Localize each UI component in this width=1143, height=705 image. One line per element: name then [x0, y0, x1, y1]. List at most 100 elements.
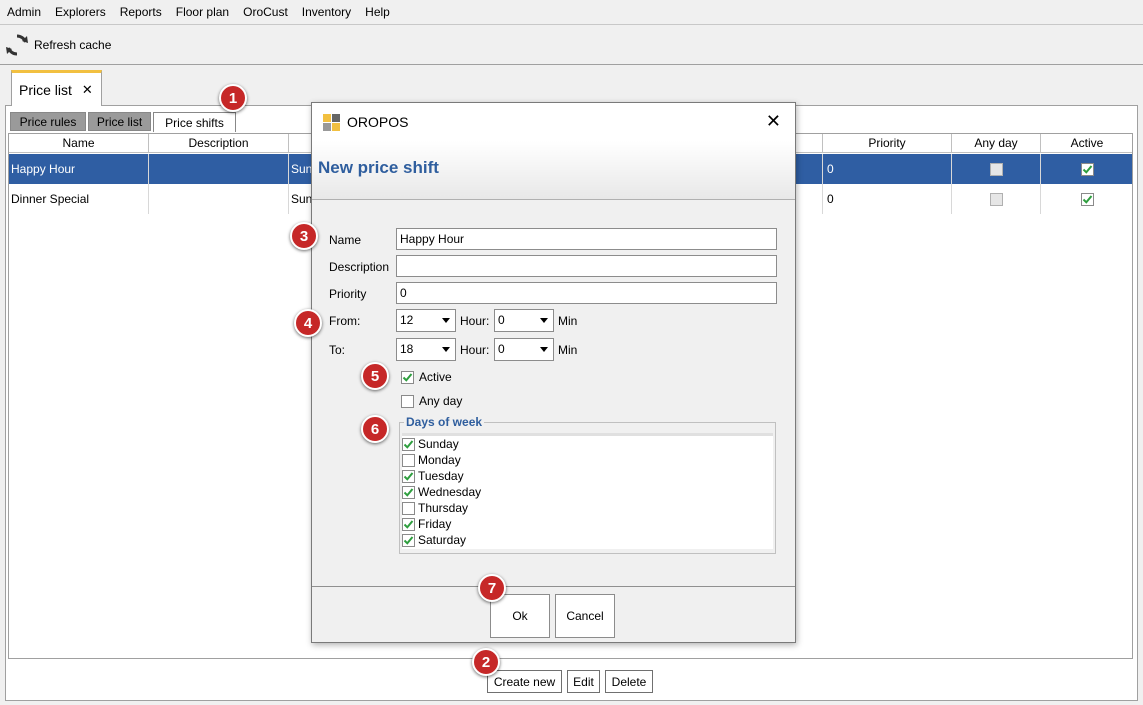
- col-active[interactable]: Active: [1041, 134, 1133, 153]
- day-checkbox[interactable]: [402, 485, 415, 499]
- dialog-titlebar: OROPOS ✕: [312, 103, 795, 141]
- col-any-day[interactable]: Any day: [952, 134, 1041, 153]
- col-description[interactable]: Description: [149, 134, 289, 153]
- from-hour-label: Hour:: [460, 314, 490, 328]
- col-name[interactable]: Name: [9, 134, 149, 153]
- refresh-cache-button[interactable]: Refresh cache: [4, 31, 111, 59]
- checkmark-icon: [1082, 194, 1092, 204]
- menu-explorers[interactable]: Explorers: [50, 0, 111, 24]
- row-active: [1041, 154, 1133, 184]
- tab-price-list-label: Price list: [19, 81, 72, 98]
- day-checkbox[interactable]: [402, 517, 415, 531]
- col-priority[interactable]: Priority: [823, 134, 952, 153]
- day-sunday[interactable]: Sunday: [402, 436, 773, 452]
- close-icon[interactable]: ✕: [766, 112, 781, 130]
- from-min-select[interactable]: 0: [494, 309, 554, 332]
- create-new-button[interactable]: Create new: [487, 670, 562, 693]
- day-checkbox[interactable]: [402, 501, 415, 515]
- from-hour-select[interactable]: 12: [396, 309, 456, 332]
- chevron-down-icon: [442, 318, 450, 323]
- days-of-week-list: Sunday Monday Tuesday Wednesday Thursday…: [402, 433, 773, 549]
- name-field[interactable]: Happy Hour: [396, 228, 777, 250]
- active-label: Active: [419, 370, 452, 384]
- from-min-label: Min: [558, 314, 578, 328]
- checkmark-icon: [1082, 164, 1092, 174]
- to-hour-select[interactable]: 18: [396, 338, 456, 361]
- menu-inventory[interactable]: Inventory: [297, 0, 356, 24]
- close-tab-icon[interactable]: ✕: [82, 82, 93, 98]
- active-checkbox: [1080, 162, 1094, 176]
- menu-orocust[interactable]: OroCust: [238, 0, 293, 24]
- edit-button[interactable]: Edit: [567, 670, 600, 693]
- dialog-footer-divider: [312, 586, 795, 587]
- menu-floor-plan[interactable]: Floor plan: [171, 0, 234, 24]
- menu-bar: Admin Explorers Reports Floor plan OroCu…: [0, 0, 1143, 24]
- step-badge-3: 3: [290, 222, 318, 250]
- checkmark-icon: [403, 439, 414, 449]
- to-min-value: 0: [498, 342, 505, 356]
- to-hour-label: Hour:: [460, 343, 490, 357]
- tab-price-list[interactable]: Price list ✕: [11, 70, 102, 106]
- dialog-header: New price shift: [312, 141, 795, 200]
- any-day-checkbox-row[interactable]: Any day: [401, 394, 462, 408]
- name-label: Name: [329, 233, 362, 247]
- active-checkbox: [1080, 192, 1094, 206]
- priority-label: Priority: [329, 287, 367, 301]
- description-label: Description: [329, 260, 390, 274]
- priority-field[interactable]: 0: [396, 282, 777, 304]
- checkmark-icon: [403, 471, 414, 481]
- row-any-day: [952, 154, 1041, 184]
- row-priority: 0: [823, 154, 952, 184]
- step-badge-5: 5: [361, 362, 389, 390]
- day-checkbox[interactable]: [402, 437, 415, 451]
- day-checkbox[interactable]: [402, 453, 415, 467]
- description-field[interactable]: [396, 255, 777, 277]
- checkmark-icon: [403, 535, 414, 545]
- menu-reports[interactable]: Reports: [115, 0, 167, 24]
- row-description: [149, 184, 289, 214]
- days-of-week-group: Days of week Sunday Monday Tuesday Wedne…: [399, 415, 776, 554]
- step-badge-7: 7: [478, 574, 506, 602]
- refresh-cache-label: Refresh cache: [34, 38, 112, 52]
- day-label: Tuesday: [418, 469, 464, 483]
- menu-help[interactable]: Help: [360, 0, 395, 24]
- oropos-logo-icon: [323, 113, 340, 131]
- checkmark-icon: [403, 519, 414, 529]
- ok-button[interactable]: Ok: [490, 594, 550, 638]
- day-thursday[interactable]: Thursday: [402, 500, 773, 516]
- day-label: Saturday: [418, 533, 467, 547]
- subtab-price-shifts[interactable]: Price shifts: [153, 112, 236, 132]
- chevron-down-icon: [540, 347, 548, 352]
- to-label: To:: [329, 343, 346, 357]
- active-checkbox[interactable]: [401, 370, 414, 384]
- menu-admin[interactable]: Admin: [2, 0, 46, 24]
- from-min-value: 0: [498, 313, 505, 327]
- from-label: From:: [329, 314, 361, 328]
- day-wednesday[interactable]: Wednesday: [402, 484, 773, 500]
- row-priority: 0: [823, 184, 952, 214]
- to-min-select[interactable]: 0: [494, 338, 554, 361]
- day-label: Thursday: [418, 501, 469, 515]
- day-saturday[interactable]: Saturday: [402, 532, 773, 548]
- refresh-icon: [6, 34, 28, 56]
- day-monday[interactable]: Monday: [402, 452, 773, 468]
- subtab-price-rules[interactable]: Price rules: [10, 112, 86, 131]
- row-any-day: [952, 184, 1041, 214]
- any-day-label: Any day: [419, 394, 463, 408]
- day-tuesday[interactable]: Tuesday: [402, 468, 773, 484]
- row-active: [1041, 184, 1133, 214]
- days-of-week-legend: Days of week: [404, 415, 485, 429]
- any-day-checkbox[interactable]: [401, 394, 414, 408]
- cancel-button[interactable]: Cancel: [555, 594, 615, 638]
- day-friday[interactable]: Friday: [402, 516, 773, 532]
- to-min-label: Min: [558, 343, 578, 357]
- from-hour-value: 12: [400, 313, 414, 327]
- active-checkbox-row[interactable]: Active: [401, 370, 452, 384]
- day-checkbox[interactable]: [402, 533, 415, 547]
- delete-button[interactable]: Delete: [605, 670, 653, 693]
- subtab-price-list[interactable]: Price list: [88, 112, 151, 131]
- row-description: [149, 154, 289, 184]
- to-hour-value: 18: [400, 342, 414, 356]
- day-label: Wednesday: [418, 485, 482, 499]
- day-checkbox[interactable]: [402, 469, 415, 483]
